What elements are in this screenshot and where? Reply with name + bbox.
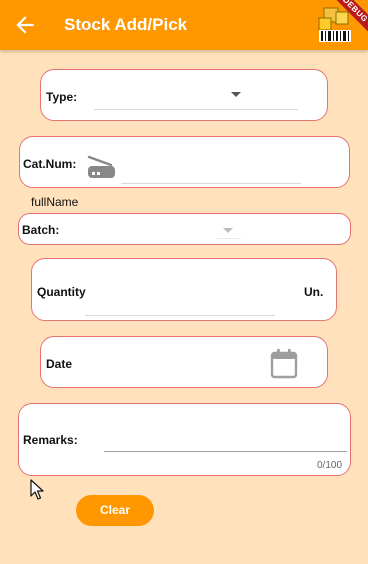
batch-label: Batch: [22, 223, 60, 237]
batch-underline [217, 238, 241, 239]
quantity-input[interactable] [85, 283, 275, 316]
cat-num-label: Cat.Num: [23, 157, 77, 171]
cat-num-card: Cat.Num: [19, 136, 350, 188]
batch-dropdown[interactable] [217, 218, 241, 240]
remarks-label: Remarks: [23, 433, 78, 447]
dropdown-arrow-icon [231, 92, 241, 97]
back-button[interactable] [12, 12, 38, 38]
batch-card: Batch: [18, 213, 351, 245]
remarks-counter: 0/100 [317, 460, 343, 471]
type-underline [94, 109, 298, 110]
remarks-input[interactable] [104, 420, 347, 452]
full-name-text: fullName [31, 195, 79, 209]
date-label: Date [46, 357, 73, 371]
date-card: Date [40, 336, 328, 388]
app-bar: Stock Add/Pick DEBUG [0, 0, 368, 50]
dropdown-arrow-icon [223, 228, 233, 233]
quantity-label: Quantity [37, 285, 86, 299]
mouse-cursor-icon [30, 479, 44, 500]
quantity-card: Quantity Un. [31, 258, 337, 321]
remarks-card: Remarks: 0/100 [18, 403, 351, 476]
unit-label: Un. [304, 285, 324, 299]
arrow-back-icon [16, 16, 34, 34]
type-dropdown[interactable] [94, 78, 298, 110]
barcode-scanner-icon[interactable] [87, 154, 117, 180]
page-title: Stock Add/Pick [64, 15, 188, 34]
type-label: Type: [46, 90, 78, 104]
type-card: Type: [40, 69, 328, 121]
clear-button[interactable]: Clear [76, 495, 154, 526]
cat-num-input[interactable] [121, 151, 301, 184]
calendar-icon[interactable] [269, 348, 299, 380]
